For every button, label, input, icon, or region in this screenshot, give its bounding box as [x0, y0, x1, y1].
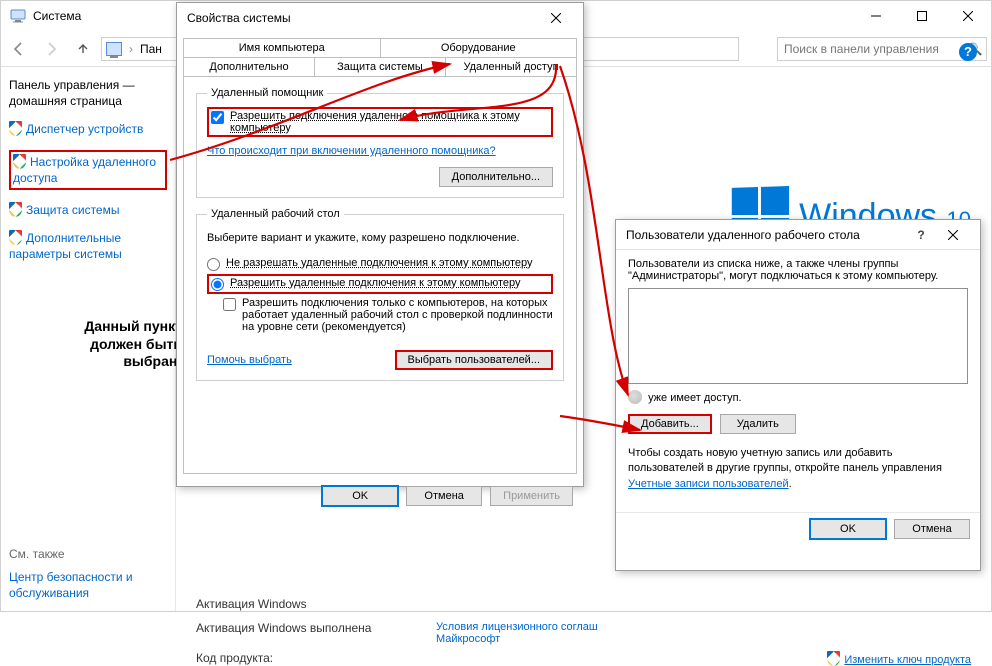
tab-hardware[interactable]: Оборудование [380, 38, 578, 57]
rdu-desc: Пользователи из списка ниже, а также чле… [628, 258, 968, 282]
sidebar-item-advanced[interactable]: Дополнительные параметры системы [9, 230, 167, 262]
rdu-add-btn[interactable]: Добавить... [628, 414, 712, 434]
system-icon [9, 7, 27, 25]
rdu-has-access-row: уже имеет доступ. [628, 390, 968, 404]
sidebar-item-remote[interactable]: Настройка удаленного доступа [9, 150, 167, 190]
nav-up[interactable] [69, 35, 97, 63]
change-key-link[interactable]: Изменить ключ продукта [827, 651, 971, 666]
rdp-nla-label: Разрешить подключения только с компьютер… [242, 297, 553, 333]
activation-header: Активация Windows [196, 597, 971, 611]
rdu-btns: Добавить... Удалить [628, 414, 968, 434]
rdu-remove-btn[interactable]: Удалить [720, 414, 796, 434]
tab-advanced[interactable]: Дополнительно [183, 57, 315, 76]
remote-assist-group: Удаленный помощник Разрешить подключения… [196, 87, 564, 198]
license-link[interactable]: Условия лицензионного соглаш Майкрософт [436, 621, 598, 645]
tab-protect[interactable]: Защита системы [314, 57, 446, 76]
sysprop-ok[interactable]: OK [322, 486, 398, 506]
system-properties-dialog: Свойства системы Имя компьютера Оборудов… [176, 2, 584, 487]
rdp-legend: Удаленный рабочий стол [207, 208, 344, 220]
rdp-deny-label: Не разрешать удаленные подключения к это… [226, 257, 533, 269]
sysprop-close[interactable] [539, 7, 573, 29]
rdp-allow-label: Разрешить удаленные подключения к этому … [230, 277, 521, 289]
activation-status: Активация Windows выполнена [196, 621, 436, 645]
annotation-note: Данный пункт должен быть выбран! [52, 318, 182, 371]
assist-advanced-btn[interactable]: Дополнительно... [439, 167, 553, 187]
activation-section: Активация Windows Активация Windows выпо… [196, 597, 971, 666]
user-icon [628, 390, 642, 404]
assist-allow-check[interactable] [211, 111, 224, 124]
tabs-row-1: Имя компьютера Оборудование [177, 33, 583, 57]
rdu-ok[interactable]: OK [810, 519, 886, 539]
see-also: См. также Центр безопасности и обслужива… [9, 547, 167, 601]
close-button[interactable] [945, 1, 991, 31]
rdu-hint: Чтобы создать новую учетную запись или д… [628, 447, 942, 474]
rdu-accounts-link[interactable]: Учетные записи пользователей [628, 478, 789, 490]
breadcrumb-text: Пан [140, 42, 162, 56]
sidebar-home[interactable]: Панель управления — домашняя страница [9, 77, 167, 109]
assist-what-link[interactable]: Что происходит при включении удаленного … [207, 145, 496, 157]
rdu-cancel[interactable]: Отмена [894, 519, 970, 539]
nav-back[interactable] [5, 35, 33, 63]
sysprop-titlebar: Свойства системы [177, 3, 583, 33]
nav-forward[interactable] [37, 35, 65, 63]
refresh-button[interactable] [743, 35, 771, 63]
pc-icon [106, 42, 122, 56]
rdu-titlebar: Пользователи удаленного рабочего стола ? [616, 220, 980, 250]
rdp-prompt: Выберите вариант и укажите, кому разреше… [207, 232, 553, 244]
tab-computer-name[interactable]: Имя компьютера [183, 38, 381, 57]
sidebar-item-devmgr[interactable]: Диспетчер устройств [9, 121, 167, 137]
see-also-security[interactable]: Центр безопасности и обслуживания [9, 569, 167, 601]
assist-allow-row[interactable]: Разрешить подключения удаленного помощни… [207, 107, 553, 137]
rdu-help[interactable]: ? [908, 224, 934, 246]
rdu-hint-row: Чтобы создать новую учетную запись или д… [628, 446, 968, 492]
see-also-header: См. также [9, 547, 167, 561]
breadcrumb-sep: › [129, 42, 133, 56]
rdu-close[interactable] [936, 224, 970, 246]
rdu-listbox[interactable] [628, 288, 968, 384]
search-input[interactable] [778, 42, 964, 56]
maximize-button[interactable] [899, 1, 945, 31]
prodkey-label: Код продукта: [196, 651, 436, 666]
tab-body-remote: Удаленный помощник Разрешить подключения… [183, 76, 577, 474]
tab-remote[interactable]: Удаленный доступ [445, 57, 577, 76]
rdu-dlg-buttons: OK Отмена [616, 512, 980, 547]
sysprop-buttons: OK Отмена Применить [177, 480, 583, 514]
sysprop-title: Свойства системы [187, 11, 291, 25]
rdp-deny-row[interactable]: Не разрешать удаленные подключения к это… [207, 254, 553, 274]
rdp-nla-check[interactable] [223, 298, 236, 311]
rdp-allow-radio[interactable] [211, 278, 224, 291]
rdu-body: Пользователи из списка ниже, а также чле… [616, 250, 980, 500]
sysprop-cancel[interactable]: Отмена [406, 486, 482, 506]
sysprop-apply[interactable]: Применить [490, 486, 573, 506]
assist-allow-label: Разрешить подключения удаленного помощни… [230, 110, 549, 134]
help-icon[interactable]: ? [959, 43, 977, 61]
remote-users-dialog: Пользователи удаленного рабочего стола ?… [615, 219, 981, 571]
select-users-btn[interactable]: Выбрать пользователей... [395, 350, 554, 370]
tabs-row-2: Дополнительно Защита системы Удаленный д… [177, 57, 583, 76]
rdp-allow-row[interactable]: Разрешить удаленные подключения к этому … [207, 274, 553, 294]
minimize-button[interactable] [853, 1, 899, 31]
remote-desktop-group: Удаленный рабочий стол Выберите вариант … [196, 208, 564, 381]
rdp-deny-radio[interactable] [207, 258, 220, 271]
assist-legend: Удаленный помощник [207, 87, 327, 99]
main-title: Система [33, 9, 81, 23]
help-choose-link[interactable]: Помочь выбрать [207, 354, 292, 366]
sidebar-item-sysprotect[interactable]: Защита системы [9, 202, 167, 218]
search-box[interactable]: 🔍 [777, 37, 987, 61]
rdp-nla-row[interactable]: Разрешить подключения только с компьютер… [223, 294, 553, 336]
rdu-has-access: уже имеет доступ. [648, 392, 742, 404]
rdu-title: Пользователи удаленного рабочего стола [626, 228, 860, 242]
window-controls [853, 1, 991, 31]
